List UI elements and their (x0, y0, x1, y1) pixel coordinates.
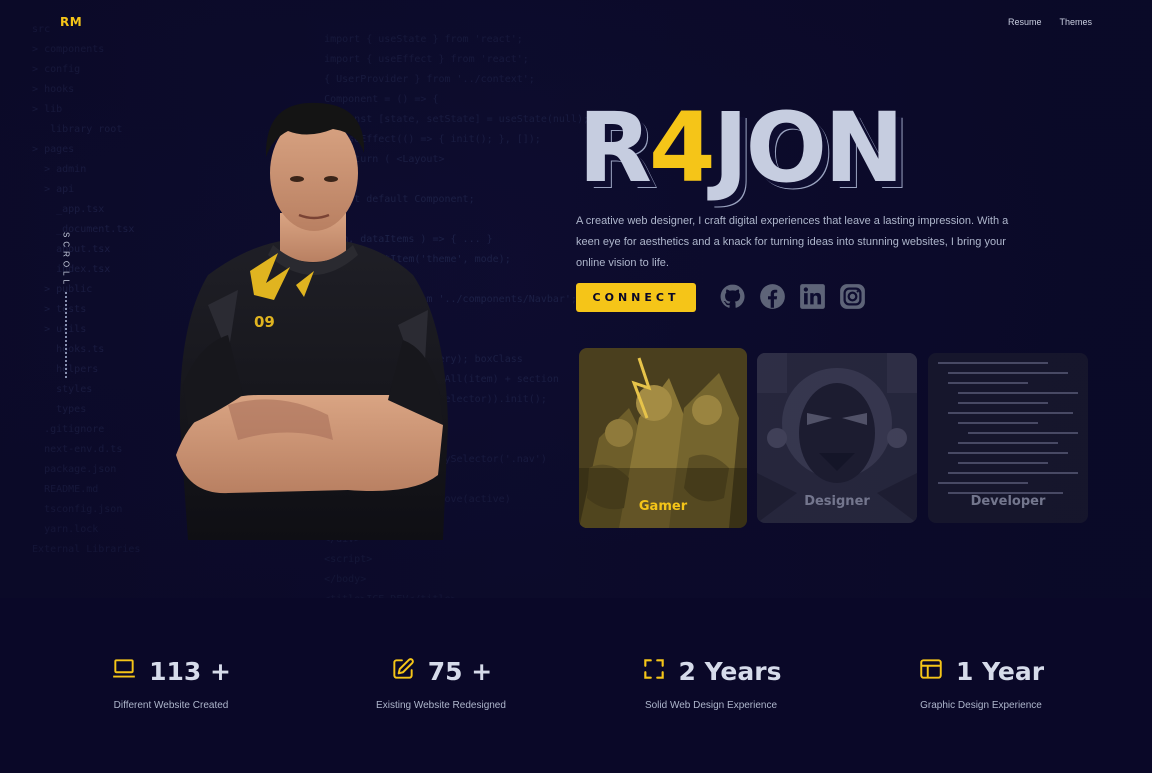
hero-title-pre: R (578, 92, 652, 204)
card-developer-label: Developer (970, 494, 1046, 509)
stat-caption: Graphic Design Experience (920, 700, 1042, 711)
site-logo[interactable]: RM (60, 15, 82, 29)
stat-caption: Existing Website Redesigned (376, 700, 506, 711)
stat-web-design-experience: 2 Years Solid Web Design Experience (591, 656, 831, 711)
stats-section: 113 + Different Website Created 75 + Exi… (0, 598, 1152, 773)
stat-websites-created: 113 + Different Website Created (51, 656, 291, 711)
profile-photo: 09 (168, 95, 458, 540)
stat-graphic-design-experience: 1 Year Graphic Design Experience (861, 656, 1101, 712)
stat-value: 113 + (149, 656, 231, 686)
hero-title: R4JON (578, 98, 904, 198)
facebook-icon[interactable] (759, 283, 786, 310)
nav-resume-link[interactable]: Resume (1008, 17, 1042, 27)
card-gamer-label: Gamer (638, 499, 688, 514)
stat-value: 1 Year (955, 656, 1045, 686)
linkedin-icon[interactable] (799, 283, 826, 310)
card-designer-label: Designer (804, 494, 870, 509)
github-icon[interactable] (719, 283, 746, 310)
frame-icon (641, 656, 667, 687)
jersey-number: 09 (254, 313, 275, 331)
stat-caption: Solid Web Design Experience (644, 700, 778, 711)
card-developer[interactable]: Developer (928, 353, 1088, 523)
scroll-label: SCROLL (61, 232, 71, 289)
card-designer[interactable]: Designer (757, 353, 917, 523)
stat-value: 75 + (427, 656, 493, 686)
top-nav: Resume Themes (1008, 17, 1092, 27)
hero-description: A creative web designer, I craft digital… (576, 215, 1009, 269)
laptop-icon (111, 656, 137, 687)
scroll-dots (65, 292, 67, 379)
connect-button[interactable]: CONNECT (576, 283, 696, 312)
stat-value: 2 Years (678, 656, 782, 686)
social-links (719, 283, 866, 310)
scroll-indicator[interactable]: SCROLL (60, 232, 72, 379)
hero-title-highlight: 4 (648, 92, 716, 204)
instagram-icon[interactable] (839, 283, 866, 310)
nav-themes-link[interactable]: Themes (1059, 17, 1092, 27)
edit-icon (390, 656, 416, 687)
stat-websites-redesigned: 75 + Existing Website Redesigned (321, 656, 561, 712)
hero-title-post: JON (712, 92, 905, 204)
stat-caption: Different Website Created (113, 700, 229, 711)
role-cards: Gamer Designer Developer (579, 348, 1089, 530)
card-gamer[interactable]: Gamer (579, 348, 747, 528)
layout-icon (918, 656, 944, 687)
